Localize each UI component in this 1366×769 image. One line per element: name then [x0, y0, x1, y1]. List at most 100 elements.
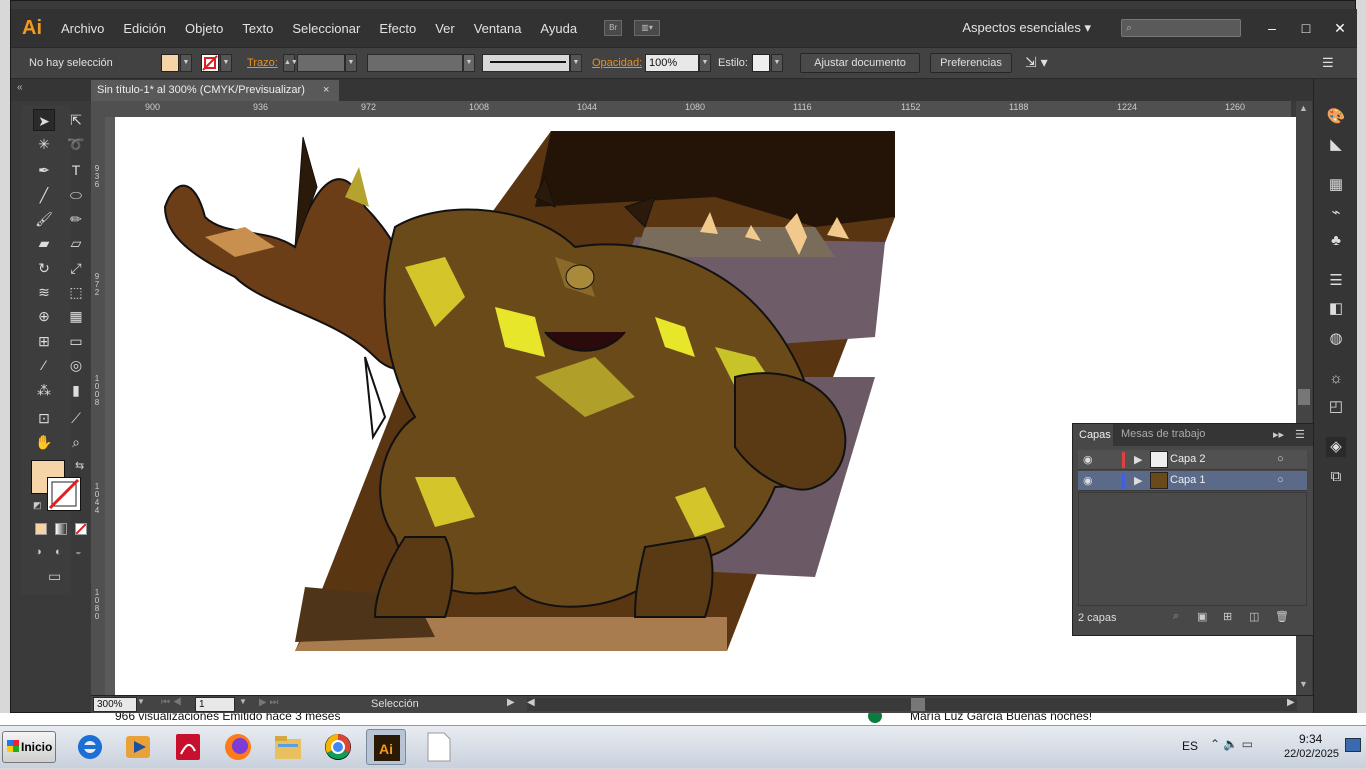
lasso-tool-icon[interactable]: ➰	[65, 133, 87, 155]
menu-texto[interactable]: Texto	[242, 21, 273, 36]
screen-mode-icon[interactable]: ▭	[48, 568, 61, 585]
status-menu-arrow-icon[interactable]: ▶	[507, 697, 515, 708]
stroke-weight-field[interactable]	[297, 54, 345, 72]
minimize-button[interactable]: –	[1255, 20, 1289, 36]
vertical-ruler[interactable]: 9 3 6 9 7 2 1 0 0 8 1 0 4 4 1 0 8 0	[91, 117, 105, 695]
menu-archivo[interactable]: Archivo	[61, 21, 104, 36]
clipping-mask-icon[interactable]: ▣	[1197, 610, 1207, 623]
perspective-grid-tool-icon[interactable]: ▦	[65, 305, 87, 327]
status-tool-name[interactable]: Selección	[371, 698, 419, 710]
stroke-color-box[interactable]	[47, 477, 81, 511]
workspace-switcher[interactable]: Aspectos esenciales ▾	[962, 20, 1091, 36]
menu-seleccionar[interactable]: Seleccionar	[292, 21, 360, 36]
monster-illustration[interactable]	[115, 117, 915, 695]
brush-dropdown[interactable]: ▼	[570, 54, 582, 72]
illustrator-taskbar-icon[interactable]: Ai	[366, 729, 406, 765]
tray-icons[interactable]: ⌃ 🔈 ▭	[1210, 737, 1253, 751]
graphic-style-swatch[interactable]	[752, 54, 770, 72]
menu-edicion[interactable]: Edición	[123, 21, 166, 36]
color-panel-icon[interactable]: 🎨	[1326, 107, 1346, 127]
artboards-panel-icon[interactable]: ⧉	[1326, 467, 1346, 487]
pencil-tool-icon[interactable]: ✏	[65, 208, 87, 230]
document-tab[interactable]: Sin título-1* al 300% (CMYK/Previsualiza…	[91, 80, 339, 101]
direct-selection-tool-icon[interactable]: ⇱	[65, 109, 87, 131]
menu-ver[interactable]: Ver	[435, 21, 455, 36]
close-tab-icon[interactable]: ×	[323, 80, 329, 101]
mesh-tool-icon[interactable]: ⊞	[33, 330, 55, 352]
stroke-label[interactable]: Trazo:	[247, 57, 278, 69]
stroke-panel-icon[interactable]: ☰	[1326, 271, 1346, 291]
delete-layer-icon[interactable]: 🗑	[1275, 610, 1289, 623]
arrange-documents-icon[interactable]: ▥▾	[634, 20, 661, 36]
gradient-panel-icon[interactable]: ◧	[1326, 299, 1346, 319]
clock-date[interactable]: 22/02/2025	[1284, 748, 1339, 760]
color-guide-icon[interactable]: ◣	[1326, 135, 1346, 155]
close-button[interactable]: ✕	[1323, 20, 1357, 37]
draw-normal-icon[interactable]: ◑	[35, 546, 42, 558]
brushes-panel-icon[interactable]: ⌁	[1326, 203, 1346, 223]
blank-document-icon[interactable]	[418, 729, 458, 765]
pen-tool-icon[interactable]: ✒	[33, 159, 55, 181]
fill-swatch[interactable]	[161, 54, 179, 72]
hand-tool-icon[interactable]: ✋	[33, 431, 55, 453]
eyedropper-tool-icon[interactable]: ⁄	[33, 354, 55, 376]
variable-width-dropdown[interactable]: ▼	[463, 54, 475, 72]
layer-row[interactable]: ◉ ▶ Capa 2 ○	[1078, 450, 1307, 470]
gradient-mode-icon[interactable]	[55, 523, 67, 535]
zoom-field[interactable]: 300%	[93, 697, 137, 712]
style-dropdown[interactable]: ▼	[771, 54, 783, 72]
menu-ayuda[interactable]: Ayuda	[540, 21, 577, 36]
rotate-tool-icon[interactable]: ↻	[33, 257, 55, 279]
opacity-field[interactable]: 100%	[645, 54, 699, 72]
scale-tool-icon[interactable]: ⤢	[65, 257, 87, 279]
stroke-weight-dropdown[interactable]: ▼	[345, 54, 357, 72]
menu-efecto[interactable]: Efecto	[379, 21, 416, 36]
symbol-sprayer-tool-icon[interactable]: ⁂	[33, 379, 55, 401]
preferences-button[interactable]: Preferencias	[930, 53, 1012, 73]
tab-mesas-de-trabajo[interactable]: Mesas de trabajo	[1121, 428, 1205, 440]
default-colors-icon[interactable]: ◩	[33, 500, 42, 511]
menu-ventana[interactable]: Ventana	[474, 21, 522, 36]
color-mode-icon[interactable]	[35, 523, 47, 535]
ellipse-tool-icon[interactable]: ⬭	[65, 184, 87, 206]
stroke-weight-stepper[interactable]: ▲▼	[283, 54, 298, 72]
tab-capas[interactable]: Capas	[1073, 424, 1113, 446]
layer-name[interactable]: Capa 2	[1170, 453, 1205, 465]
zoom-dropdown-icon[interactable]: ▼	[137, 697, 145, 706]
bridge-button[interactable]: Br	[604, 20, 623, 36]
symbols-panel-icon[interactable]: ♣	[1326, 231, 1346, 251]
horizontal-scroll-thumb[interactable]	[911, 698, 925, 711]
firefox-icon[interactable]	[218, 729, 258, 765]
free-transform-tool-icon[interactable]: ⬚	[65, 281, 87, 303]
line-tool-icon[interactable]: ╱	[33, 184, 55, 206]
artboard-number-field[interactable]: 1	[195, 697, 235, 712]
layer-row[interactable]: ◉ ▶ Capa 1 ○	[1078, 471, 1307, 491]
visibility-eye-icon[interactable]: ◉	[1083, 453, 1093, 466]
target-circle-icon[interactable]: ○	[1277, 474, 1284, 486]
eraser-tool-icon[interactable]: ▱	[65, 232, 87, 254]
type-tool-icon[interactable]: T	[65, 159, 87, 181]
stroke-swatch[interactable]	[201, 54, 219, 72]
new-layer-icon[interactable]: ◫	[1249, 610, 1259, 623]
selection-tool-icon[interactable]: ➤	[33, 109, 55, 131]
opacity-dropdown[interactable]: ▼	[699, 54, 711, 72]
internet-explorer-icon[interactable]	[70, 729, 110, 765]
brush-definition-field[interactable]	[482, 54, 570, 72]
gradient-tool-icon[interactable]: ▭	[65, 330, 87, 352]
show-desktop-icon[interactable]	[1345, 738, 1361, 752]
clock-time[interactable]: 9:34	[1299, 732, 1322, 746]
zoom-tool-icon[interactable]: ⌕	[65, 431, 87, 453]
expand-layer-icon[interactable]: ▶	[1134, 453, 1142, 466]
align-options-icon[interactable]: ⇲ ▾	[1025, 54, 1048, 71]
magic-wand-tool-icon[interactable]: ✳	[33, 133, 55, 155]
paintbrush-tool-icon[interactable]: 🖌	[33, 208, 55, 230]
locate-object-icon[interactable]: ⌕	[1173, 610, 1179, 623]
blob-brush-tool-icon[interactable]: ▰	[33, 232, 55, 254]
graphic-styles-panel-icon[interactable]: ◰	[1326, 397, 1346, 417]
first-artboard-icon[interactable]: ⏮ ◀	[161, 697, 182, 708]
shape-builder-tool-icon[interactable]: ⊕	[33, 305, 55, 327]
expand-layer-icon[interactable]: ▶	[1134, 474, 1142, 487]
artboard-dropdown-icon[interactable]: ▼	[239, 697, 247, 706]
target-circle-icon[interactable]: ○	[1277, 453, 1284, 465]
layers-panel-icon[interactable]: ◈	[1326, 437, 1346, 457]
